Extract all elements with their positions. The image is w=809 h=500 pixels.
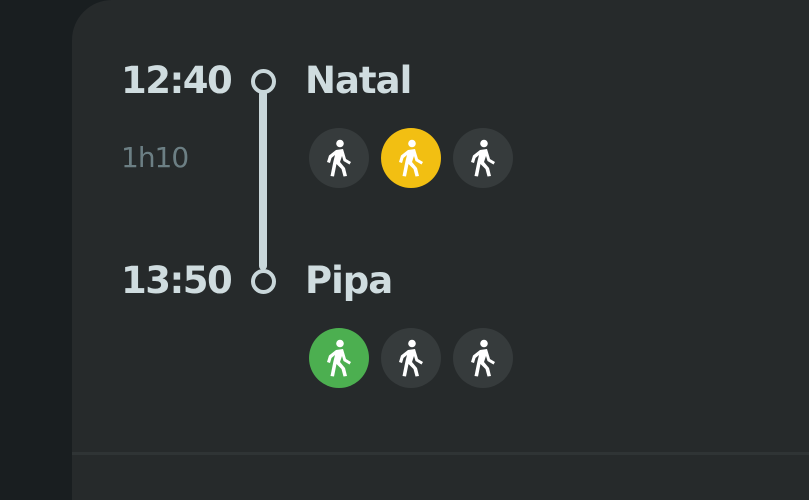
walking-person-icon[interactable] [453, 128, 513, 188]
arrival-icon-row [309, 328, 513, 388]
departure-time: 12:40 [121, 59, 233, 102]
arrival-stop-dot [251, 269, 276, 294]
departure-place: Natal [305, 59, 412, 102]
trip-card: 12:40 1h10 13:50 Natal Pipa [72, 0, 809, 500]
departure-stop-dot [251, 69, 276, 94]
departure-icon-row [309, 128, 513, 188]
trip-duration: 1h10 [121, 141, 189, 174]
walking-person-icon[interactable] [309, 328, 369, 388]
walking-person-icon[interactable] [453, 328, 513, 388]
walking-person-icon[interactable] [309, 128, 369, 188]
arrival-place: Pipa [305, 259, 393, 302]
walking-person-icon[interactable] [381, 328, 441, 388]
card-divider [72, 452, 809, 455]
walking-person-icon[interactable] [381, 128, 441, 188]
route-line [259, 90, 267, 270]
arrival-time: 13:50 [121, 259, 233, 302]
